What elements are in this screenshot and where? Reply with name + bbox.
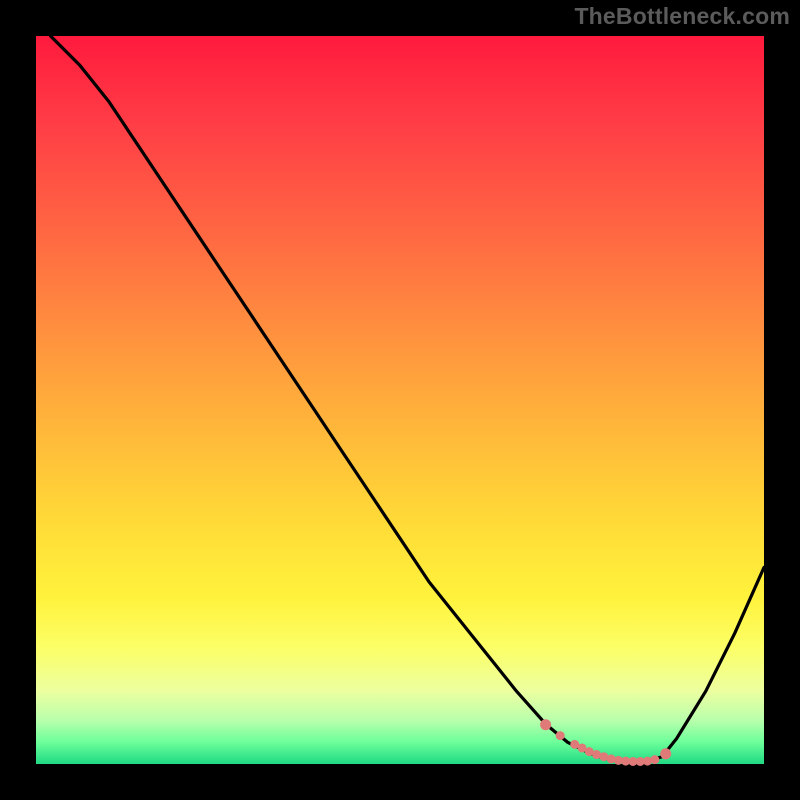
curve-layer [36, 36, 764, 764]
marker-dot [650, 755, 659, 764]
bottleneck-curve [51, 36, 764, 762]
marker-dot [540, 719, 551, 730]
near-minimum-markers [540, 719, 671, 766]
watermark-text: TheBottleneck.com [574, 3, 790, 30]
marker-dot [660, 748, 671, 759]
chart-frame: TheBottleneck.com [0, 0, 800, 800]
marker-dot [556, 731, 565, 740]
